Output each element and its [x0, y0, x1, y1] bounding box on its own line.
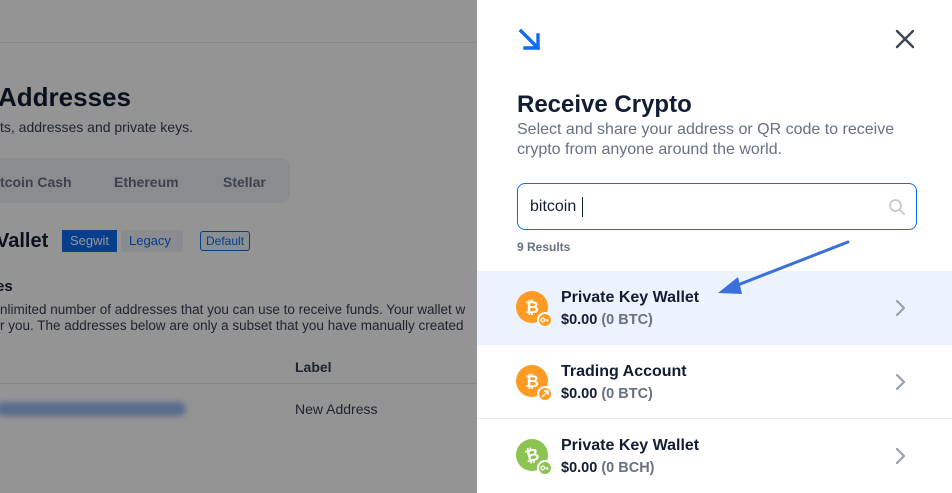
wallet-name: Trading Account: [561, 363, 687, 380]
svg-text:₿: ₿: [525, 298, 539, 317]
crypto-amount: (0 BTC): [601, 386, 653, 402]
chevron-right-icon: [895, 299, 906, 317]
crypto-amount: (0 BCH): [601, 460, 655, 476]
receive-arrow-icon: [518, 28, 541, 51]
wallet-balance: $0.00 (0 BCH): [561, 460, 655, 476]
drawer-description: Select and share your address or QR code…: [517, 121, 895, 158]
close-icon[interactable]: [892, 26, 918, 52]
wallet-name: Private Key Wallet: [561, 437, 700, 454]
fiat-amount: $0.00: [561, 312, 598, 328]
wallet-balance: $0.00 (0 BTC): [561, 312, 653, 328]
wallet-item-private-key-bch[interactable]: ₿ Private Key Wallet $0.00 (0 BCH): [477, 419, 952, 493]
wallet-name: Private Key Wallet: [561, 289, 700, 306]
chevron-right-icon: [895, 373, 906, 391]
search-icon: [889, 199, 905, 215]
results-count: 9 Results: [517, 240, 571, 254]
text-caret: [582, 197, 583, 217]
fiat-amount: $0.00: [561, 460, 598, 476]
bitcoin-cash-key-icon: ₿: [516, 439, 552, 475]
crypto-amount: (0 BTC): [601, 312, 653, 328]
search-field[interactable]: [517, 183, 917, 230]
drawer-title: Receive Crypto: [517, 91, 692, 118]
bitcoin-trading-icon: ₿: [516, 365, 552, 401]
svg-text:₿: ₿: [525, 372, 539, 391]
wallet-balance: $0.00 (0 BTC): [561, 386, 653, 402]
chevron-right-icon: [895, 447, 906, 465]
wallet-item-private-key-btc[interactable]: ₿ Private Key Wallet $0.00 (0 BTC): [477, 271, 952, 345]
fiat-amount: $0.00: [561, 386, 598, 402]
wallet-item-trading-account-btc[interactable]: ₿ Trading Account $0.00 (0 BTC): [477, 345, 952, 419]
bitcoin-key-icon: ₿: [516, 291, 552, 327]
